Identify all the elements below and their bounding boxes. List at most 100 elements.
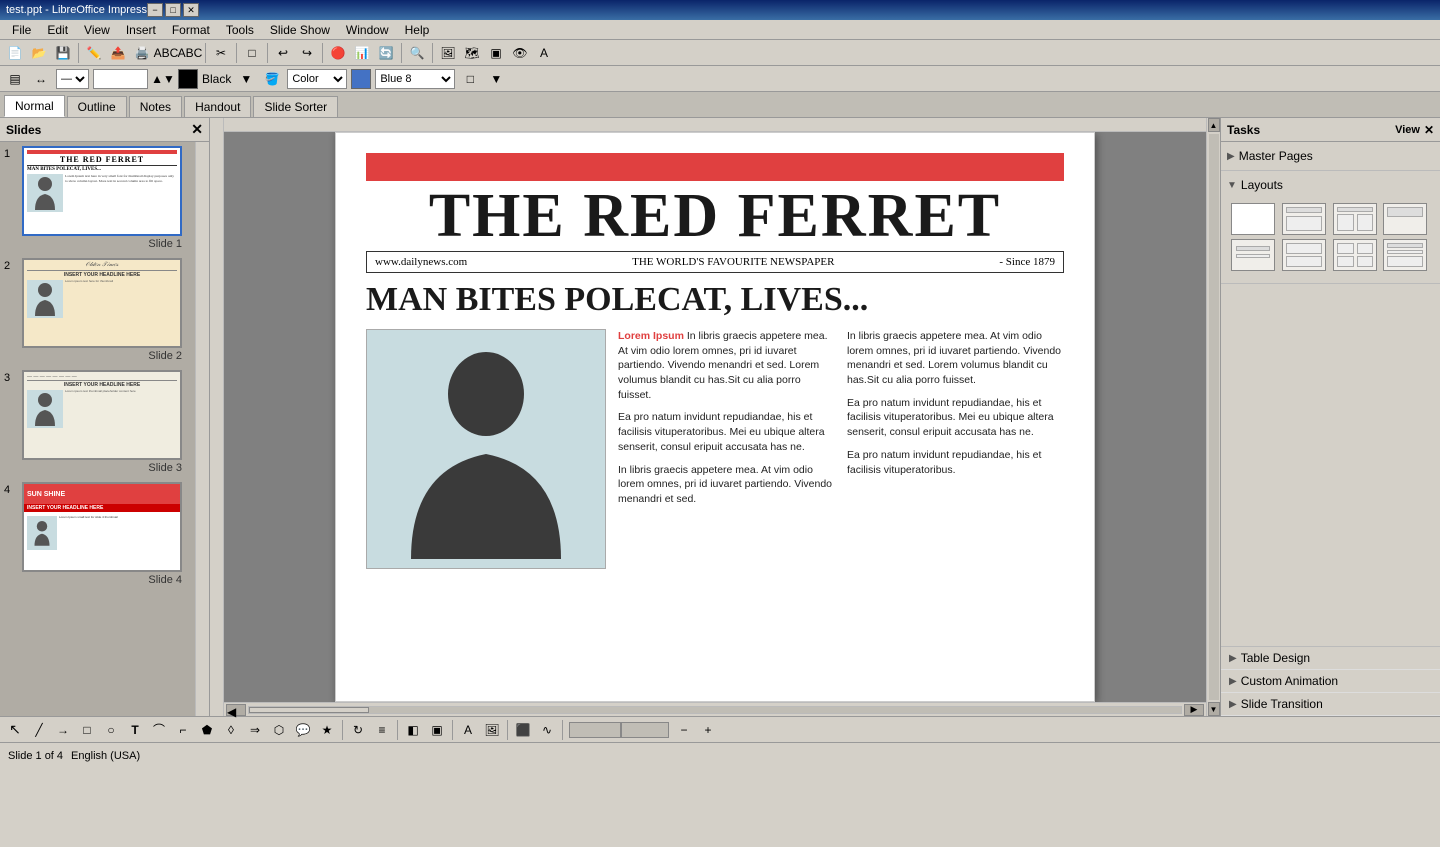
- tab-normal[interactable]: Normal: [4, 95, 65, 117]
- layout-title-content[interactable]: [1282, 203, 1326, 235]
- tasks-close-button[interactable]: ✕: [1424, 123, 1434, 137]
- arrow-style-icon[interactable]: ↔: [30, 68, 52, 90]
- slide-transition-item[interactable]: ▶ Slide Transition: [1221, 693, 1440, 716]
- sidebar-button[interactable]: ▣: [485, 42, 507, 64]
- view2-button[interactable]: 👁: [509, 42, 531, 64]
- 3d-tool[interactable]: ▣: [426, 719, 448, 741]
- hscroll-right[interactable]: ▶: [1184, 704, 1204, 716]
- callout-tool[interactable]: 💬: [292, 719, 314, 741]
- menu-view[interactable]: View: [76, 21, 118, 39]
- menu-slideshow[interactable]: Slide Show: [262, 21, 338, 39]
- line-width-input[interactable]: 0.00cm: [93, 69, 148, 89]
- fill-style-select[interactable]: Color: [287, 69, 347, 89]
- macro-button[interactable]: 🔴: [327, 42, 349, 64]
- shape-button[interactable]: □: [241, 42, 263, 64]
- menu-tools[interactable]: Tools: [218, 21, 262, 39]
- tab-outline[interactable]: Outline: [67, 96, 127, 117]
- cursor-tool[interactable]: ↖: [4, 719, 26, 741]
- zoom-slider[interactable]: [569, 722, 669, 738]
- layout-centered-text[interactable]: [1231, 239, 1275, 271]
- slide-item-2[interactable]: 2 𝒪𝓁𝒹𝑒𝓃 𝒯𝒾𝓂𝑒𝓈 INSERT YOUR HEADLINE HERE: [4, 258, 191, 362]
- line-width-spinner[interactable]: ▲▼: [152, 68, 174, 90]
- menu-edit[interactable]: Edit: [39, 21, 76, 39]
- menu-insert[interactable]: Insert: [118, 21, 164, 39]
- hscroll-thumb[interactable]: [249, 707, 369, 713]
- help2-button[interactable]: 🔄: [375, 42, 397, 64]
- more-shapes-tool[interactable]: ◊: [220, 719, 242, 741]
- undo-button[interactable]: ↩: [272, 42, 294, 64]
- line-style-select[interactable]: —: [56, 69, 89, 89]
- new-button[interactable]: 📄: [4, 42, 26, 64]
- rect-tool[interactable]: □: [76, 719, 98, 741]
- navigator-button[interactable]: 🗺: [461, 42, 483, 64]
- toggle-extrusion[interactable]: ⬛: [512, 719, 534, 741]
- masterpages-header[interactable]: ▶ Master Pages: [1227, 146, 1434, 166]
- slide-thumb-1[interactable]: THE RED FERRET MAN BITES POLECAT, LIVES.…: [22, 146, 182, 236]
- image-insert[interactable]: 🖼: [481, 719, 503, 741]
- slide-item-4[interactable]: 4 SUN SHINE INSERT YOUR HEADLINE HERE: [4, 482, 191, 586]
- ellipse-tool[interactable]: ○: [100, 719, 122, 741]
- zoom-in[interactable]: +: [697, 719, 719, 741]
- zoom-out[interactable]: −: [673, 719, 695, 741]
- shadow-icon[interactable]: □: [459, 68, 481, 90]
- canvas-vscroll[interactable]: ▲ ▼: [1206, 118, 1220, 716]
- maximize-button[interactable]: □: [165, 3, 181, 17]
- shadow-toggle[interactable]: ◧: [402, 719, 424, 741]
- color-dropdown[interactable]: ▼: [235, 68, 257, 90]
- fontwork-tool[interactable]: A: [457, 719, 479, 741]
- slide-thumb-4[interactable]: SUN SHINE INSERT YOUR HEADLINE HERE: [22, 482, 182, 572]
- connector-tool[interactable]: ⌐: [172, 719, 194, 741]
- line-color-box[interactable]: [178, 69, 198, 89]
- toggle-bezier[interactable]: ∿: [536, 719, 558, 741]
- slide-item-1[interactable]: 1 THE RED FERRET MAN BITES POLECAT, LIVE…: [4, 146, 191, 250]
- layout-title-2col[interactable]: [1333, 203, 1377, 235]
- tasks-view-label[interactable]: View: [1395, 124, 1420, 136]
- cut-button[interactable]: ✂: [210, 42, 232, 64]
- layout-content-2row[interactable]: [1282, 239, 1326, 271]
- gallery-button[interactable]: 🖼: [437, 42, 459, 64]
- more-icon[interactable]: ▼: [485, 68, 507, 90]
- layout-title-text-content[interactable]: [1383, 239, 1427, 271]
- save-button[interactable]: 💾: [52, 42, 74, 64]
- fill-color-select[interactable]: Blue 8: [375, 69, 455, 89]
- tab-handout[interactable]: Handout: [184, 96, 251, 117]
- menu-file[interactable]: File: [4, 21, 39, 39]
- close-button[interactable]: ✕: [183, 3, 199, 17]
- minimize-button[interactable]: −: [147, 3, 163, 17]
- spellcheck2-button[interactable]: ABC: [179, 42, 201, 64]
- tab-notes[interactable]: Notes: [129, 96, 182, 117]
- menu-format[interactable]: Format: [164, 21, 218, 39]
- layout-title-only[interactable]: [1383, 203, 1427, 235]
- open-button[interactable]: 📂: [28, 42, 50, 64]
- zoom-button[interactable]: 🔍: [406, 42, 428, 64]
- hscroll-left[interactable]: ◀: [226, 704, 246, 716]
- slide-item-3[interactable]: 3 ― ― ― ― ― ― ― ― INSERT YOUR HEADLINE H…: [4, 370, 191, 474]
- text-tool[interactable]: T: [124, 719, 146, 741]
- vscroll-down[interactable]: ▼: [1208, 702, 1220, 716]
- line-style-icon[interactable]: ▤: [4, 68, 26, 90]
- layout-blank[interactable]: [1231, 203, 1275, 235]
- hscroll-track[interactable]: [248, 706, 1182, 714]
- layout-4content[interactable]: [1333, 239, 1377, 271]
- spellcheck-button[interactable]: ABC: [155, 42, 177, 64]
- align-tool[interactable]: ≡: [371, 719, 393, 741]
- menu-window[interactable]: Window: [338, 21, 397, 39]
- fill-color-box[interactable]: [351, 69, 371, 89]
- chart-button[interactable]: 📊: [351, 42, 373, 64]
- slide-thumb-2[interactable]: 𝒪𝓁𝒹𝑒𝓃 𝒯𝒾𝓂𝑒𝓈 INSERT YOUR HEADLINE HERE: [22, 258, 182, 348]
- curve-tool[interactable]: ⌒: [148, 719, 170, 741]
- slides-close-button[interactable]: ✕: [191, 121, 203, 138]
- print-button[interactable]: 🖨️: [131, 42, 153, 64]
- flowchart-tool[interactable]: ⬡: [268, 719, 290, 741]
- hscrollbar[interactable]: ◀ ▶: [224, 702, 1206, 716]
- rotate-tool[interactable]: ↻: [347, 719, 369, 741]
- custom-animation-item[interactable]: ▶ Custom Animation: [1221, 670, 1440, 693]
- edit-button[interactable]: ✏️: [83, 42, 105, 64]
- layouts-header[interactable]: ▼ Layouts: [1227, 175, 1434, 195]
- tab-slidesorter[interactable]: Slide Sorter: [253, 96, 338, 117]
- vscroll-track[interactable]: [1209, 134, 1219, 700]
- table-design-item[interactable]: ▶ Table Design: [1221, 647, 1440, 670]
- block-arrow-tool[interactable]: ⇒: [244, 719, 266, 741]
- menu-help[interactable]: Help: [397, 21, 438, 39]
- polygon-tool[interactable]: ⬟: [196, 719, 218, 741]
